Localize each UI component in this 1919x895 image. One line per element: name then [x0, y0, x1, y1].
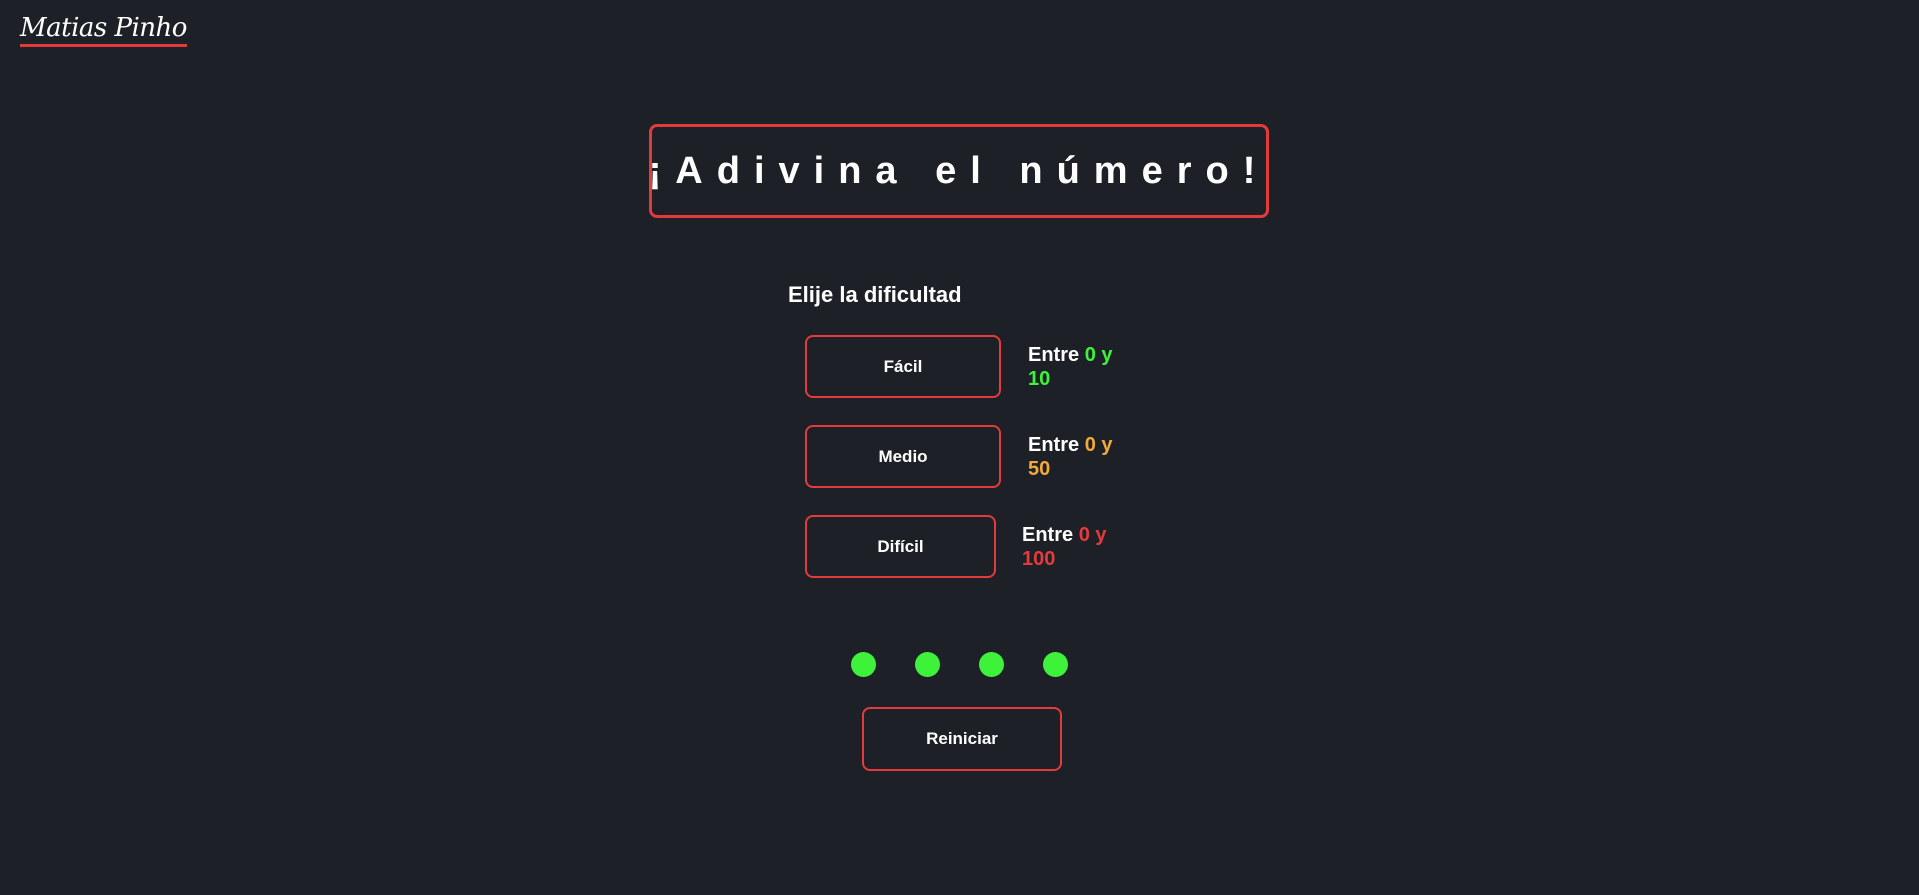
life-dot [1043, 652, 1068, 677]
medium-button[interactable]: Medio [805, 425, 1001, 488]
easy-button[interactable]: Fácil [805, 335, 1001, 398]
life-dot [979, 652, 1004, 677]
hard-range-max: 100 [1022, 548, 1056, 570]
difficulty-heading: Elije la dificultad [788, 282, 962, 307]
page-title: ¡Adivina el número! [648, 149, 1270, 192]
restart-button[interactable]: Reiniciar [862, 707, 1062, 771]
easy-range-max: 10 [1028, 368, 1051, 390]
life-dot [851, 652, 876, 677]
medium-range-min: 0 y [1084, 434, 1113, 456]
hard-range-min: 0 y [1078, 524, 1107, 546]
hard-range: Entre 0 y 100 [1022, 523, 1107, 571]
easy-range-min: 0 y [1084, 344, 1113, 366]
medium-range-max: 50 [1028, 458, 1051, 480]
hard-button[interactable]: Difícil [805, 515, 996, 578]
easy-range: Entre 0 y 10 [1028, 343, 1113, 391]
title-box: ¡Adivina el número! [649, 124, 1269, 218]
medium-range: Entre 0 y 50 [1028, 433, 1113, 481]
logo[interactable]: Matias Pinho [20, 14, 187, 47]
life-dot [915, 652, 940, 677]
page: Matias Pinho ¡Adivina el número! Elije l… [0, 0, 1919, 895]
easy-range-prefix: Entre [1028, 344, 1080, 366]
medium-range-prefix: Entre [1028, 434, 1080, 456]
hard-range-prefix: Entre [1022, 524, 1074, 546]
